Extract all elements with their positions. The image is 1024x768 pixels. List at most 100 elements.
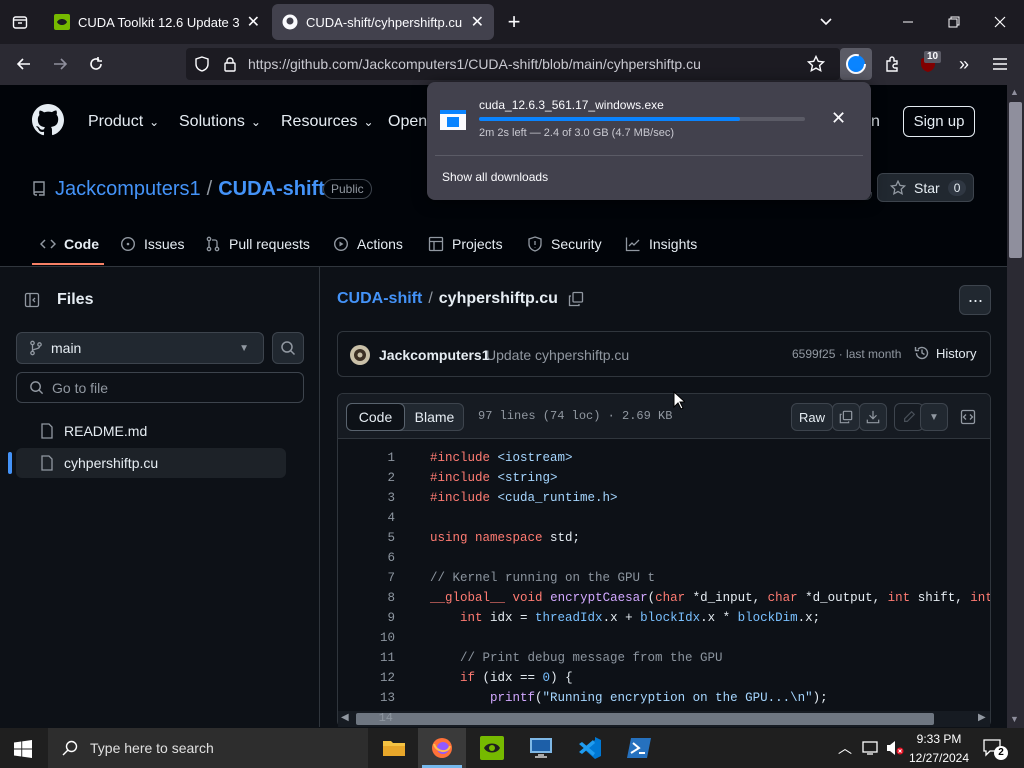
close-tab-icon[interactable]: ✕ (471, 12, 484, 32)
nav-resources[interactable]: Resources ⌄ (281, 113, 374, 131)
line-number[interactable]: 3 (338, 491, 395, 505)
search-files-button[interactable] (272, 332, 304, 364)
repo-title: Jackcomputers1 / CUDA-shift (55, 178, 325, 201)
minimize-icon[interactable] (892, 6, 924, 38)
scroll-right-icon[interactable]: ▶ (978, 712, 986, 723)
copy-raw-button[interactable] (832, 403, 860, 431)
lock-icon[interactable] (214, 48, 246, 80)
code-line: printf("Running encryption on the GPU...… (490, 691, 828, 705)
taskbar-search-box[interactable]: Type here to search (48, 728, 368, 768)
nav-product[interactable]: Product ⌄ (88, 113, 159, 131)
download-filename[interactable]: cuda_12.6.3_561.17_windows.exe (479, 98, 664, 112)
tab-cuda-toolkit[interactable]: CUDA Toolkit 12.6 Update 3 Do ✕ (44, 4, 270, 40)
nvidia-taskbar-icon[interactable] (468, 728, 516, 768)
page-scrollbar-thumb[interactable] (1009, 102, 1022, 258)
bookmark-star-icon[interactable] (800, 48, 832, 80)
line-number[interactable]: 11 (338, 651, 395, 665)
scroll-left-icon[interactable]: ◀ (341, 712, 349, 723)
commit-author[interactable]: Jackcomputers1 (379, 347, 490, 363)
nav-solutions[interactable]: Solutions ⌄ (179, 113, 261, 131)
blame-view-button[interactable]: Blame (405, 403, 464, 431)
cancel-download-icon[interactable]: ✕ (831, 108, 846, 129)
new-tab-icon[interactable]: + (498, 6, 530, 38)
line-number[interactable]: 5 (338, 531, 395, 545)
branch-selector[interactable]: main ▼ (16, 332, 264, 364)
copy-path-icon[interactable] (568, 291, 584, 307)
list-tabs-chevron-icon[interactable] (810, 6, 842, 38)
commit-message[interactable]: Update cyhpershiftp.cu (486, 347, 629, 363)
file-breadcrumb: CUDA-shift / cyhpershiftp.cu (337, 290, 584, 308)
line-number[interactable]: 10 (338, 631, 395, 645)
show-hidden-icons-chevron-icon[interactable]: ︿ (838, 738, 852, 758)
tab-actions[interactable]: Actions (333, 233, 403, 255)
restore-icon[interactable] (938, 6, 970, 38)
code-viewer: Code Blame 97 lines (74 loc) · 2.69 KB R… (337, 393, 991, 727)
raw-button[interactable]: Raw (791, 403, 833, 431)
hamburger-menu-icon[interactable] (984, 48, 1016, 80)
go-to-file-input[interactable]: Go to file (16, 372, 304, 403)
file-tree-item[interactable]: README.md (16, 416, 286, 446)
repo-name-link[interactable]: CUDA-shift (218, 178, 325, 201)
github-logo-icon[interactable] (32, 104, 64, 136)
more-tools-icon[interactable]: » (948, 48, 980, 80)
line-number[interactable]: 13 (338, 691, 395, 705)
tab-code[interactable]: Code (40, 233, 99, 255)
star-button[interactable]: Star 0 (877, 173, 974, 202)
network-icon[interactable] (862, 740, 880, 756)
line-number[interactable]: 6 (338, 551, 395, 565)
remote-desktop-icon[interactable] (517, 728, 565, 768)
breadcrumb-repo-link[interactable]: CUDA-shift (337, 290, 422, 308)
scrollbar-thumb[interactable] (356, 713, 934, 725)
sign-in-link[interactable]: n (871, 113, 880, 131)
powershell-taskbar-icon[interactable] (615, 728, 663, 768)
history-button[interactable]: History (914, 345, 976, 361)
tab-security[interactable]: Security (527, 233, 602, 255)
line-number[interactable]: 12 (338, 671, 395, 685)
vscode-taskbar-icon[interactable] (566, 728, 614, 768)
forward-icon[interactable] (44, 48, 76, 80)
edit-dropdown-button[interactable]: ▼ (920, 403, 948, 431)
windows-start-icon[interactable] (14, 740, 32, 758)
file-tree-item-label: README.md (64, 423, 148, 439)
line-number[interactable]: 8 (338, 591, 395, 605)
tab-overview-icon[interactable] (4, 6, 36, 38)
show-all-downloads-link[interactable]: Show all downloads (442, 170, 548, 184)
scroll-up-icon[interactable]: ▲ (1010, 87, 1019, 97)
tab-issues[interactable]: Issues (120, 233, 184, 255)
reload-icon[interactable] (80, 48, 112, 80)
collapse-sidebar-button[interactable] (16, 284, 48, 316)
file-tree-item-selected[interactable]: cyhpershiftp.cu (16, 448, 286, 478)
author-avatar[interactable] (350, 345, 370, 365)
firefox-taskbar-icon[interactable] (418, 728, 466, 768)
clock-time[interactable]: 9:33 PM (912, 732, 966, 746)
scroll-down-icon[interactable]: ▼ (1010, 714, 1019, 724)
line-number[interactable]: 7 (338, 571, 395, 585)
url-text[interactable]: https://github.com/Jackcomputers1/CUDA-s… (248, 56, 701, 72)
nav-open-source[interactable]: Open (388, 113, 427, 131)
code-view-button[interactable]: Code (346, 403, 405, 431)
issue-icon (120, 236, 136, 252)
line-number[interactable]: 1 (338, 451, 395, 465)
back-icon[interactable] (8, 48, 40, 80)
code-line: #include <string> (430, 471, 558, 485)
commit-meta[interactable]: 6599f25 · last month (792, 347, 901, 361)
extensions-puzzle-icon[interactable] (876, 48, 908, 80)
tab-github-file[interactable]: CUDA-shift/cyhpershiftp.cu at ✕ (272, 4, 494, 40)
tab-projects[interactable]: Projects (428, 233, 503, 255)
downloads-button[interactable] (840, 48, 872, 80)
close-tab-icon[interactable]: ✕ (247, 12, 260, 32)
line-number[interactable]: 9 (338, 611, 395, 625)
repo-owner-link[interactable]: Jackcomputers1 (55, 178, 201, 201)
tab-insights[interactable]: Insights (625, 233, 697, 255)
line-number[interactable]: 4 (338, 511, 395, 525)
symbols-panel-button[interactable] (954, 403, 982, 431)
tab-pull-requests[interactable]: Pull requests (205, 233, 310, 255)
file-explorer-icon[interactable] (370, 728, 418, 768)
clock-date[interactable]: 12/27/2024 (905, 751, 973, 765)
volume-muted-icon[interactable] (886, 740, 904, 756)
line-number[interactable]: 2 (338, 471, 395, 485)
sign-up-button[interactable]: Sign up (903, 106, 975, 137)
close-window-icon[interactable] (984, 6, 1016, 38)
more-options-button[interactable]: ··· (959, 285, 991, 315)
download-raw-button[interactable] (859, 403, 887, 431)
